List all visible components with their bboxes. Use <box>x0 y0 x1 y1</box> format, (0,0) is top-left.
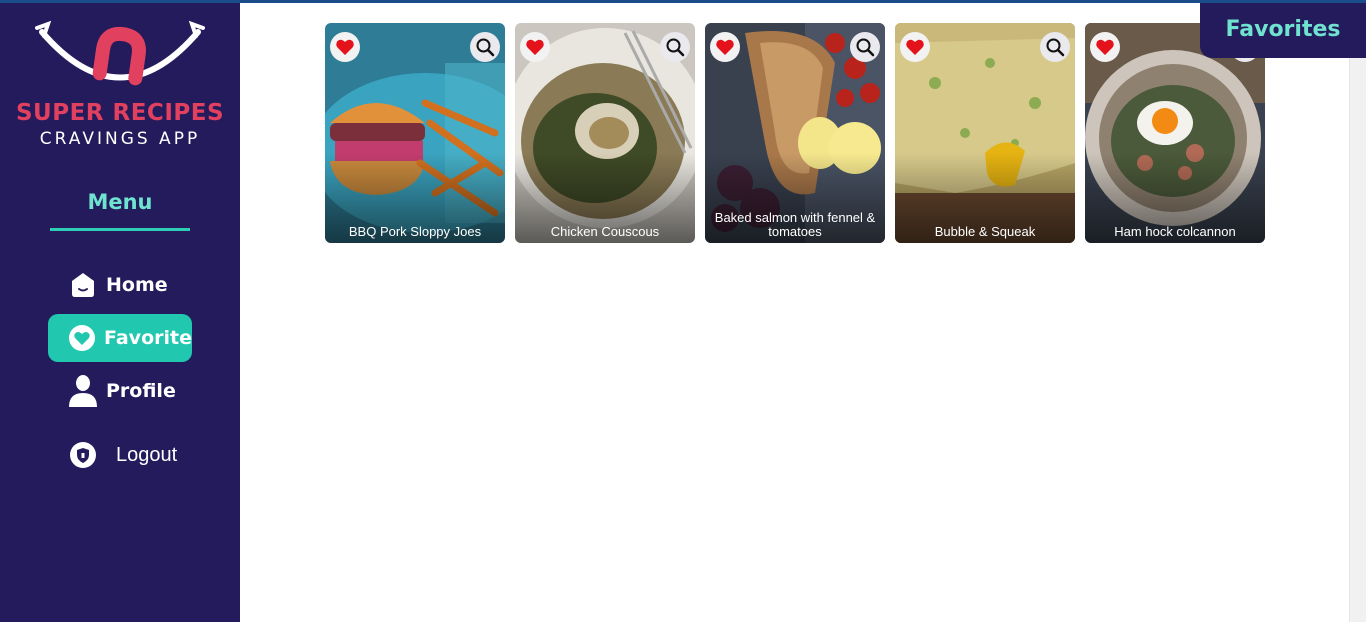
menu-heading: Menu <box>87 190 153 214</box>
menu-underline <box>50 228 190 231</box>
sidebar-item-favorites[interactable]: Favorites <box>48 314 192 362</box>
recipe-card[interactable]: Bubble & Squeak <box>895 23 1075 243</box>
view-recipe-button[interactable] <box>660 32 690 62</box>
favorite-button[interactable] <box>330 32 360 62</box>
heart-icon <box>526 39 544 55</box>
view-recipe-button[interactable] <box>850 32 880 62</box>
heart-icon <box>716 39 734 55</box>
recipe-name: Chicken Couscous <box>550 224 660 239</box>
recipe-card[interactable]: BBQ Pork Sloppy Joes <box>325 23 505 243</box>
app-logo <box>35 20 205 86</box>
recipe-card[interactable]: Baked salmon with fennel & tomatoes <box>705 23 885 243</box>
view-recipe-button[interactable] <box>1040 32 1070 62</box>
heart-icon <box>906 39 924 55</box>
view-recipe-button[interactable] <box>470 32 500 62</box>
sidebar-item-home[interactable]: Home <box>68 261 168 309</box>
sidebar-item-profile[interactable]: Profile <box>68 367 176 415</box>
favorite-button[interactable] <box>520 32 550 62</box>
brand-title: SUPER RECIPES <box>15 100 225 126</box>
sidebar-item-logout[interactable]: Logout <box>68 431 177 479</box>
heart-icon <box>1096 39 1114 55</box>
section-title-badge: Favorites <box>1200 0 1366 58</box>
favorite-button[interactable] <box>1090 32 1120 62</box>
recipe-name: Ham hock colcannon <box>1114 224 1236 239</box>
sidebar: SUPER RECIPES CRAVINGS APP Menu Home Fav… <box>0 0 240 622</box>
heart-icon <box>336 39 354 55</box>
zoom-icon <box>856 38 875 57</box>
recipe-name: Baked salmon with fennel & tomatoes <box>714 210 876 239</box>
sidebar-item-label: Logout <box>116 443 178 466</box>
favorite-button[interactable] <box>710 32 740 62</box>
brand-subtitle: CRAVINGS APP <box>39 129 201 149</box>
sidebar-item-label: Favorites <box>104 327 192 349</box>
favorite-button[interactable] <box>900 32 930 62</box>
zoom-icon <box>1046 38 1065 57</box>
sidebar-item-label: Home <box>106 274 168 296</box>
zoom-icon <box>476 38 495 57</box>
recipe-name: BBQ Pork Sloppy Joes <box>348 224 482 239</box>
recipe-name: Bubble & Squeak <box>934 224 1036 239</box>
page-scrollbar[interactable] <box>1349 3 1366 622</box>
zoom-icon <box>666 38 685 57</box>
heart-icon <box>68 323 96 353</box>
shield-icon <box>68 440 98 470</box>
recipe-card[interactable]: Chicken Couscous <box>515 23 695 243</box>
home-icon <box>68 270 98 300</box>
sidebar-item-label: Profile <box>106 380 176 402</box>
top-border <box>0 0 1366 3</box>
recipe-grid: BBQ Pork Sloppy Joes Chicken Couscous Ba… <box>325 23 1265 243</box>
user-icon <box>68 375 98 407</box>
